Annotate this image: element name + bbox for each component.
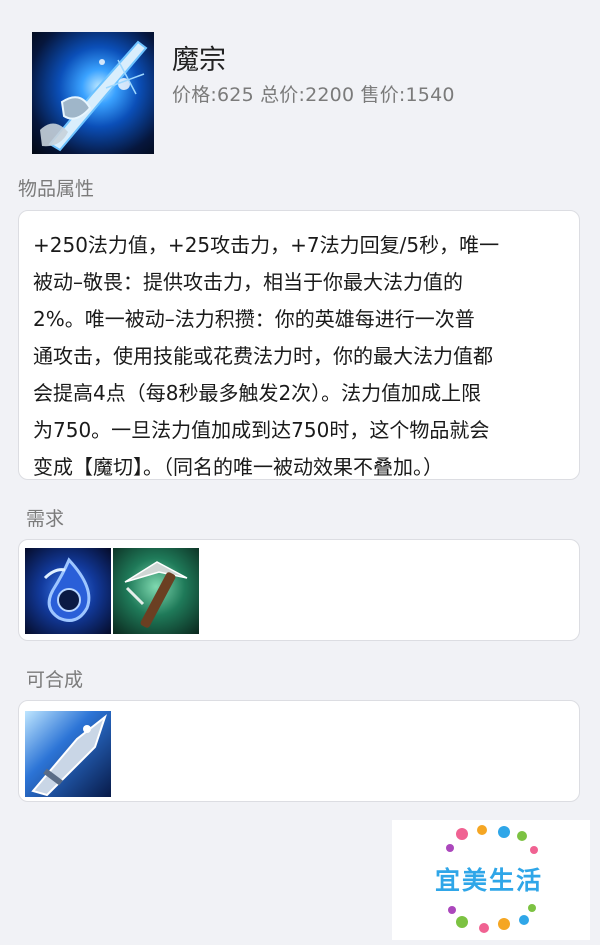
- pickaxe-icon[interactable]: [113, 548, 199, 634]
- item-header: 魔宗 价格:625 总价:2200 售价:1540: [32, 32, 568, 156]
- item-description: +250法力值，+25攻击力，+7法力回复/5秒，唯一 被动–敬畏：提供攻击力，…: [33, 233, 500, 479]
- tear-of-the-goddess-icon[interactable]: [25, 548, 111, 634]
- watermark-logo: 宜美生活: [392, 820, 590, 940]
- glowing-blue-blade-icon: [32, 32, 154, 154]
- item-price-line: 价格:625 总价:2200 售价:1540: [172, 84, 455, 106]
- watermark-text: 宜美生活: [434, 866, 543, 895]
- attributes-section-title: 物品属性: [18, 178, 95, 200]
- attributes-card: +250法力值，+25攻击力，+7法力回复/5秒，唯一 被动–敬畏：提供攻击力，…: [18, 210, 580, 480]
- builds-into-section-title: 可合成: [26, 669, 84, 691]
- builds-into-card: [18, 700, 580, 802]
- requires-card: [18, 539, 580, 641]
- item-name: 魔宗: [172, 45, 226, 76]
- requires-section-title: 需求: [26, 508, 65, 530]
- blue-blade-sword-icon[interactable]: [25, 711, 111, 797]
